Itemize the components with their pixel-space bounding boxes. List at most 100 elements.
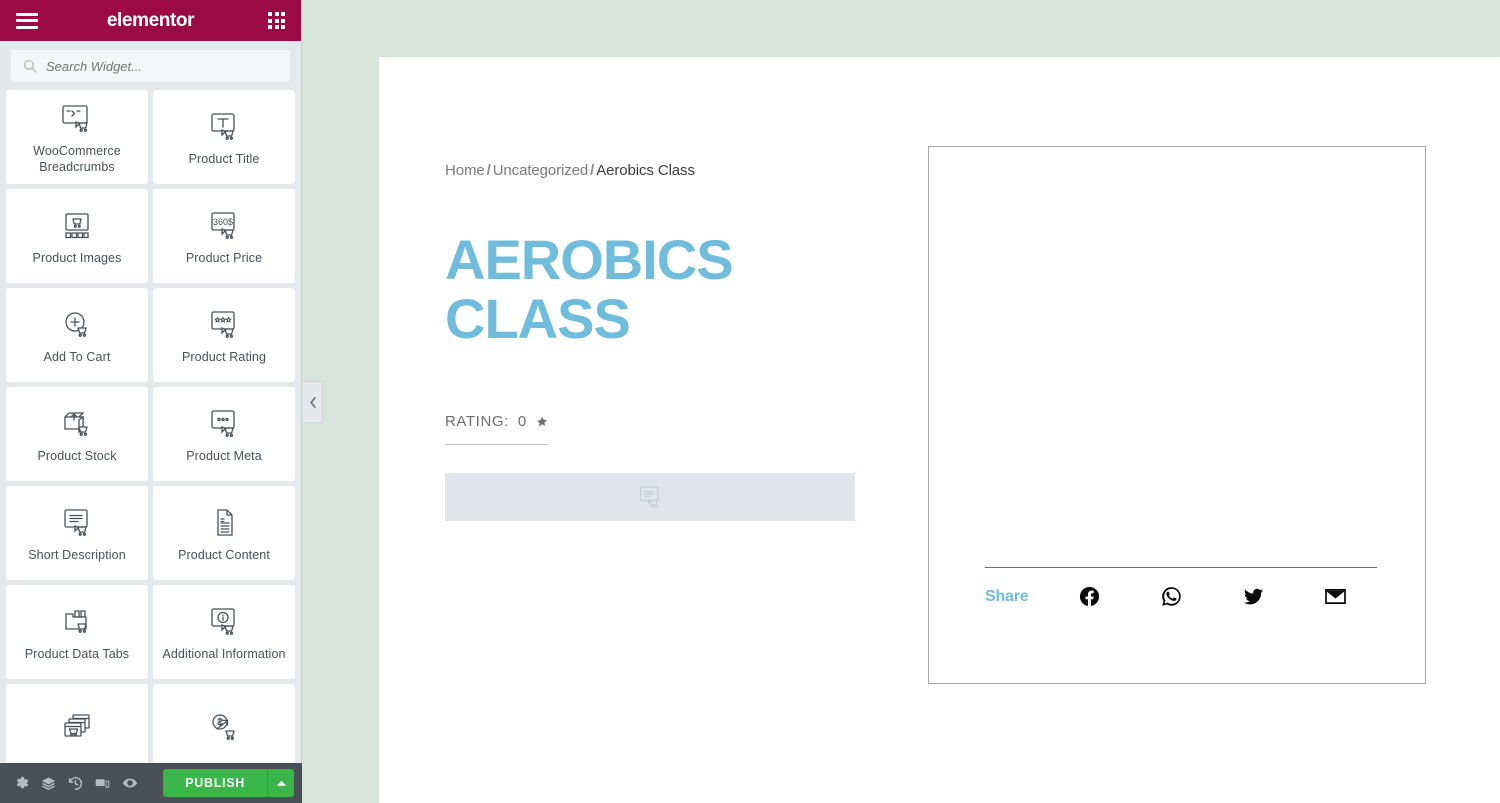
widget-label: Add To Cart: [43, 350, 111, 365]
navigator-button[interactable]: [35, 763, 62, 803]
product-layout: Home / Uncategorized / Aerobics Class AEROBI…: [379, 57, 1500, 803]
breadcrumbs-cart-icon: [58, 98, 96, 140]
widget-label: Short Description: [28, 548, 126, 563]
widget-add-to-cart[interactable]: Add To Cart: [6, 288, 148, 382]
search-input[interactable]: [46, 58, 278, 74]
widget-product-data-tabs[interactable]: Product Data Tabs: [6, 585, 148, 679]
widget-short-description[interactable]: Short Description: [6, 486, 148, 580]
page-title: AEROBICS CLASS: [445, 228, 734, 350]
breadcrumb-separator: /: [590, 162, 595, 179]
history-button[interactable]: [62, 763, 89, 803]
publish-button[interactable]: PUBLISH: [163, 769, 267, 797]
widget-product-price[interactable]: 360$ Product Price: [153, 189, 295, 283]
widget-product-rating[interactable]: Product Rating: [153, 288, 295, 382]
gear-icon: [16, 776, 28, 789]
widget-label: Additional Information: [162, 647, 286, 662]
product-images-placeholder[interactable]: Share: [928, 146, 1426, 684]
widget-product-content[interactable]: Product Content: [153, 486, 295, 580]
panel-header: elementor: [0, 0, 301, 41]
widget-label: Product Rating: [181, 350, 267, 365]
breadcrumb-separator: /: [486, 162, 491, 179]
hamburger-icon[interactable]: [16, 12, 38, 29]
additional-information-info-icon: [205, 601, 243, 643]
facebook-icon: [1079, 586, 1099, 606]
rating-label: RATING:: [445, 412, 509, 430]
widget-label: Product Data Tabs: [24, 647, 130, 662]
search-area: [0, 41, 301, 90]
share-icons: [1069, 581, 1377, 613]
widget-label: Product Price: [185, 251, 263, 266]
chevron-up-icon: [276, 780, 286, 786]
widget-label: Product Title: [188, 152, 260, 167]
settings-button[interactable]: [8, 763, 35, 803]
breadcrumb-home[interactable]: Home: [445, 162, 485, 179]
star-icon: [537, 416, 547, 427]
eye-icon: [122, 778, 137, 788]
short-description-placeholder[interactable]: [445, 473, 855, 521]
breadcrumb-category[interactable]: Uncategorized: [493, 162, 589, 179]
product-rating-block: RATING: 0: [445, 412, 548, 445]
whatsapp-icon: [1161, 587, 1181, 606]
grid-apps-icon[interactable]: [268, 12, 285, 29]
product-title-cart-icon: [205, 106, 243, 148]
rating-row: RATING: 0: [445, 412, 548, 444]
widgets-panel: elementor Search Widget... WooCommerce B…: [0, 0, 302, 803]
product-meta-dots-icon: [205, 403, 243, 445]
search-box[interactable]: [11, 50, 290, 82]
twitter-icon: [1243, 588, 1263, 605]
product-related-stack-icon: [58, 708, 96, 750]
rating-divider: [445, 443, 548, 445]
widget-additional-information[interactable]: Additional Information: [153, 585, 295, 679]
product-stock-box-icon: [58, 403, 96, 445]
responsive-mode-button[interactable]: [89, 763, 116, 803]
layers-icon: [41, 777, 56, 790]
email-icon: [1324, 588, 1346, 605]
publish-group: PUBLISH: [163, 769, 294, 797]
share-row: Share: [985, 567, 1377, 625]
product-price-360-icon: 360$: [205, 205, 243, 247]
widget-list-scroll[interactable]: WooCommerce Breadcrumbs Product Title Pr…: [0, 90, 301, 803]
publish-options-button[interactable]: [267, 769, 294, 797]
product-data-tabs-folder-icon: [58, 601, 96, 643]
product-right-column: Share: [928, 146, 1426, 684]
widget-product-title[interactable]: Product Title: [153, 90, 295, 184]
share-facebook-button[interactable]: [1069, 581, 1109, 613]
product-content-document-icon: [205, 502, 243, 544]
widget-label: Product Stock: [37, 449, 117, 464]
breadcrumb: Home / Uncategorized / Aerobics Class: [445, 162, 865, 179]
share-twitter-button[interactable]: [1233, 581, 1273, 613]
upsells-price-arrow-icon: [205, 708, 243, 750]
widget-label: Product Meta: [186, 449, 262, 464]
panel-collapse-handle[interactable]: [303, 381, 323, 423]
elementor-editor: elementor Search Widget... WooCommerce B…: [0, 0, 1500, 803]
search-icon: [23, 59, 37, 73]
widget-grid: WooCommerce Breadcrumbs Product Title Pr…: [0, 90, 301, 778]
share-whatsapp-button[interactable]: [1151, 581, 1191, 613]
product-images-cart-icon: [58, 205, 96, 247]
history-clock-icon: [68, 776, 83, 790]
rating-value: 0: [517, 412, 527, 430]
svg-text:360$: 360$: [213, 217, 233, 227]
short-description-lines-icon: [639, 486, 659, 508]
editor-footer-bar: PUBLISH: [0, 763, 302, 803]
widget-product-meta[interactable]: Product Meta: [153, 387, 295, 481]
preview-button[interactable]: [116, 763, 143, 803]
elementor-logo: elementor: [106, 9, 195, 31]
product-left-column: Home / Uncategorized / Aerobics Class AEROBI…: [445, 162, 865, 445]
short-description-lines-icon: [58, 502, 96, 544]
chevron-left-icon: [309, 396, 316, 408]
product-rating-stars-icon: [205, 304, 243, 346]
widget-label: Product Content: [178, 548, 270, 563]
share-email-button[interactable]: [1315, 581, 1355, 613]
widget-label: Product Images: [32, 251, 122, 266]
share-label: Share: [985, 587, 1029, 605]
page-preview: Home / Uncategorized / Aerobics Class AEROBI…: [379, 57, 1500, 803]
widget-label: WooCommerce Breadcrumbs: [33, 144, 121, 174]
editor-canvas: Home / Uncategorized / Aerobics Class AEROBI…: [303, 0, 1500, 803]
add-to-cart-plus-icon: [58, 304, 96, 346]
widget-woocommerce-breadcrumbs[interactable]: WooCommerce Breadcrumbs: [6, 90, 148, 184]
widget-product-stock[interactable]: Product Stock: [6, 387, 148, 481]
widget-product-images[interactable]: Product Images: [6, 189, 148, 283]
breadcrumb-current: Aerobics Class: [596, 162, 695, 179]
responsive-devices-icon: [95, 778, 110, 788]
